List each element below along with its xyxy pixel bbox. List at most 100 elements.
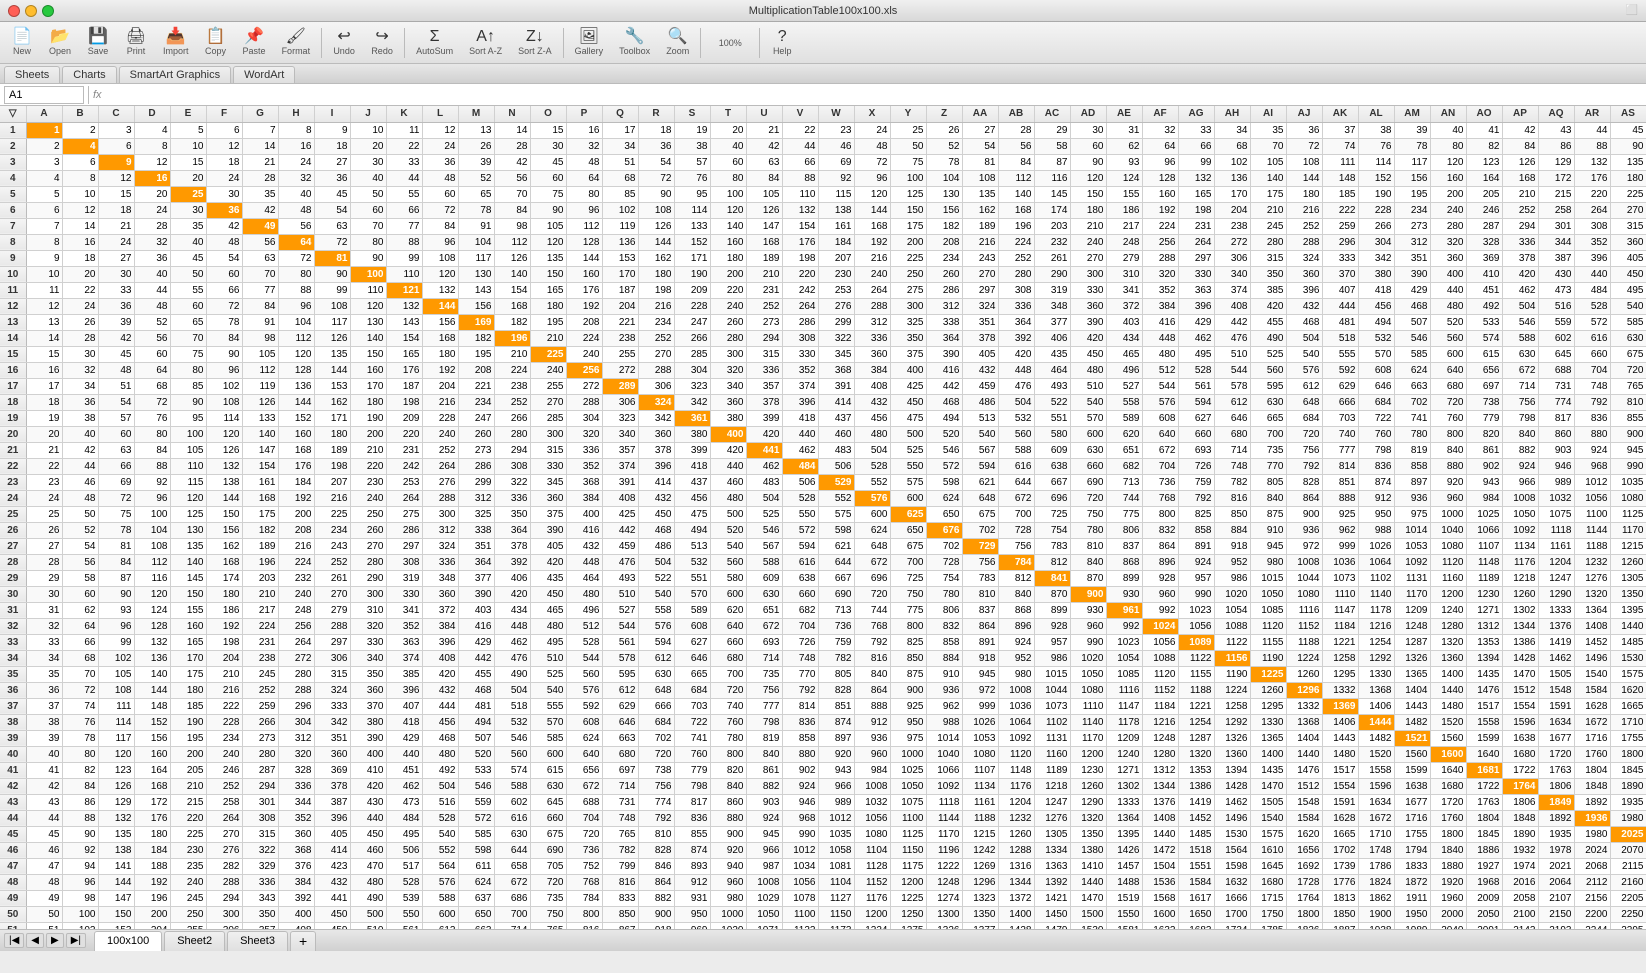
cell-O45[interactable]: 675 — [530, 826, 566, 842]
cell-AH14[interactable]: 476 — [1214, 330, 1250, 346]
cell-AG14[interactable]: 462 — [1178, 330, 1214, 346]
cell-AJ31[interactable]: 1116 — [1286, 602, 1322, 618]
cell-AP7[interactable]: 294 — [1502, 218, 1538, 234]
cell-AP45[interactable]: 1890 — [1502, 826, 1538, 842]
cell-AC19[interactable]: 551 — [1034, 410, 1070, 426]
cell-AB45[interactable]: 1260 — [998, 826, 1034, 842]
cell-Z33[interactable]: 858 — [926, 634, 962, 650]
cell-AA3[interactable]: 81 — [962, 154, 998, 170]
cell-AL3[interactable]: 114 — [1358, 154, 1394, 170]
cell-E17[interactable]: 85 — [170, 378, 206, 394]
cell-F25[interactable]: 150 — [206, 506, 242, 522]
cell-AE13[interactable]: 403 — [1106, 314, 1142, 330]
cell-X3[interactable]: 72 — [854, 154, 890, 170]
cell-AL34[interactable]: 1292 — [1358, 650, 1394, 666]
cell-AI46[interactable]: 1610 — [1250, 842, 1286, 858]
cell-AK49[interactable]: 1813 — [1322, 890, 1358, 906]
cell-AK7[interactable]: 259 — [1322, 218, 1358, 234]
cell-R9[interactable]: 162 — [638, 250, 674, 266]
cell-F31[interactable]: 186 — [206, 602, 242, 618]
cell-M12[interactable]: 156 — [458, 298, 494, 314]
cell-O44[interactable]: 660 — [530, 810, 566, 826]
cell-AK6[interactable]: 222 — [1322, 202, 1358, 218]
cell-R7[interactable]: 126 — [638, 218, 674, 234]
cell-S24[interactable]: 456 — [674, 490, 710, 506]
cell-I14[interactable]: 126 — [314, 330, 350, 346]
cell-AK38[interactable]: 1406 — [1322, 714, 1358, 730]
cell-AS18[interactable]: 810 — [1610, 394, 1646, 410]
cell-AS10[interactable]: 450 — [1610, 266, 1646, 282]
cell-Y46[interactable]: 1150 — [890, 842, 926, 858]
cell-AK10[interactable]: 370 — [1322, 266, 1358, 282]
cell-AA42[interactable]: 1134 — [962, 778, 998, 794]
cell-K41[interactable]: 451 — [386, 762, 422, 778]
cell-AR30[interactable]: 1320 — [1574, 586, 1610, 602]
cell-D3[interactable]: 12 — [134, 154, 170, 170]
cell-AB31[interactable]: 868 — [998, 602, 1034, 618]
cell-AF9[interactable]: 288 — [1142, 250, 1178, 266]
cell-AD32[interactable]: 960 — [1070, 618, 1106, 634]
cell-AC37[interactable]: 1073 — [1034, 698, 1070, 714]
cell-B16[interactable]: 32 — [62, 362, 98, 378]
cell-Y45[interactable]: 1125 — [890, 826, 926, 842]
cell-K23[interactable]: 253 — [386, 474, 422, 490]
cell-AM26[interactable]: 1014 — [1394, 522, 1430, 538]
cell-AJ27[interactable]: 972 — [1286, 538, 1322, 554]
cell-AN14[interactable]: 560 — [1430, 330, 1466, 346]
cell-G47[interactable]: 329 — [242, 858, 278, 874]
cell-C12[interactable]: 36 — [98, 298, 134, 314]
cell-C43[interactable]: 129 — [98, 794, 134, 810]
cell-K18[interactable]: 198 — [386, 394, 422, 410]
cell-J11[interactable]: 110 — [350, 282, 386, 298]
cell-AS28[interactable]: 1260 — [1610, 554, 1646, 570]
cell-C33[interactable]: 99 — [98, 634, 134, 650]
cell-P40[interactable]: 640 — [566, 746, 602, 762]
cell-V34[interactable]: 748 — [782, 650, 818, 666]
cell-AA37[interactable]: 999 — [962, 698, 998, 714]
cell-K4[interactable]: 44 — [386, 170, 422, 186]
cell-M34[interactable]: 442 — [458, 650, 494, 666]
cell-AR5[interactable]: 220 — [1574, 186, 1610, 202]
cell-AS12[interactable]: 540 — [1610, 298, 1646, 314]
cell-R30[interactable]: 540 — [638, 586, 674, 602]
cell-AI8[interactable]: 280 — [1250, 234, 1286, 250]
cell-E25[interactable]: 125 — [170, 506, 206, 522]
cell-U47[interactable]: 987 — [746, 858, 782, 874]
cell-S19[interactable]: 361 — [674, 410, 710, 426]
cell-AP29[interactable]: 1218 — [1502, 570, 1538, 586]
cell-I1[interactable]: 9 — [314, 122, 350, 138]
cell-AE8[interactable]: 248 — [1106, 234, 1142, 250]
cell-AR25[interactable]: 1100 — [1574, 506, 1610, 522]
cell-N15[interactable]: 210 — [494, 346, 530, 362]
cell-AR33[interactable]: 1452 — [1574, 634, 1610, 650]
cell-W48[interactable]: 1104 — [818, 874, 854, 890]
cell-K7[interactable]: 77 — [386, 218, 422, 234]
cell-A17[interactable]: 17 — [26, 378, 62, 394]
cell-O39[interactable]: 585 — [530, 730, 566, 746]
cell-Y21[interactable]: 525 — [890, 442, 926, 458]
cell-AQ2[interactable]: 86 — [1538, 138, 1574, 154]
cell-AO36[interactable]: 1476 — [1466, 682, 1502, 698]
cell-P22[interactable]: 352 — [566, 458, 602, 474]
cell-G6[interactable]: 42 — [242, 202, 278, 218]
cell-X32[interactable]: 768 — [854, 618, 890, 634]
cell-G21[interactable]: 147 — [242, 442, 278, 458]
col-header-AE[interactable]: AE — [1106, 106, 1142, 122]
cell-K46[interactable]: 506 — [386, 842, 422, 858]
cell-M42[interactable]: 546 — [458, 778, 494, 794]
cell-C32[interactable]: 96 — [98, 618, 134, 634]
cell-Y2[interactable]: 50 — [890, 138, 926, 154]
cell-AM49[interactable]: 1911 — [1394, 890, 1430, 906]
cell-V47[interactable]: 1034 — [782, 858, 818, 874]
cell-P47[interactable]: 752 — [566, 858, 602, 874]
cell-X36[interactable]: 864 — [854, 682, 890, 698]
row-header-29[interactable]: 29 — [0, 570, 26, 586]
cell-AK8[interactable]: 296 — [1322, 234, 1358, 250]
cell-AC31[interactable]: 899 — [1034, 602, 1070, 618]
cell-AO2[interactable]: 82 — [1466, 138, 1502, 154]
cell-AE16[interactable]: 496 — [1106, 362, 1142, 378]
cell-X21[interactable]: 504 — [854, 442, 890, 458]
cell-AG40[interactable]: 1320 — [1178, 746, 1214, 762]
cell-AH8[interactable]: 272 — [1214, 234, 1250, 250]
cell-AK50[interactable]: 1850 — [1322, 906, 1358, 922]
